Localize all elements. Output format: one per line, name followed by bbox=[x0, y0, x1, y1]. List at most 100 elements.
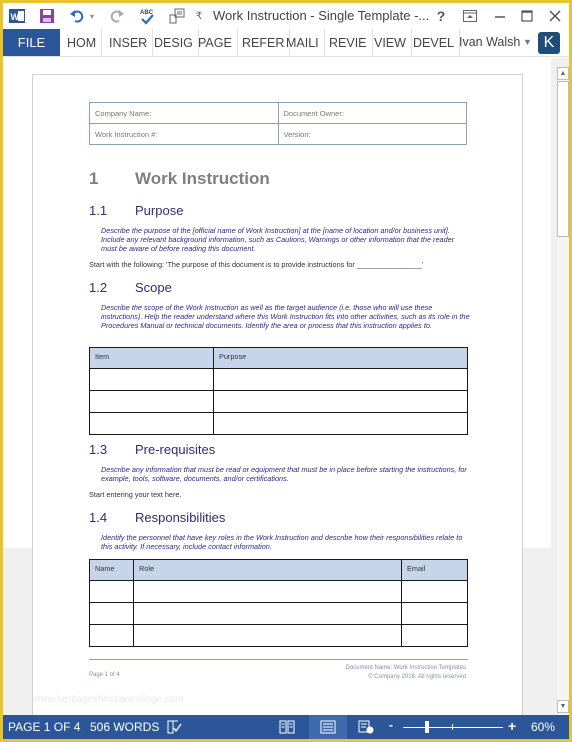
table-header-purpose: Purpose bbox=[213, 347, 468, 369]
table-cell[interactable] bbox=[401, 602, 468, 625]
prerequisites-body[interactable]: Start entering your text here. bbox=[89, 490, 181, 499]
vertical-scrollbar[interactable]: ▲ ▼ bbox=[557, 67, 569, 715]
tab-design[interactable]: DESIG bbox=[149, 29, 199, 56]
table-header-name: Name bbox=[89, 559, 134, 581]
purpose-body[interactable]: Start with the following: 'The purpose o… bbox=[89, 260, 423, 269]
footer-document-name: Document Name: Work Instruction Template… bbox=[345, 665, 467, 671]
undo-dropdown-icon[interactable]: ▾ bbox=[87, 5, 97, 27]
maximize-button[interactable] bbox=[515, 6, 539, 26]
zoom-out-button[interactable]: - bbox=[389, 718, 393, 732]
user-name[interactable]: Ivan Walsh bbox=[459, 35, 520, 49]
ribbon-tabs: FILE HOM INSER DESIG PAGE REFER MAILI RE… bbox=[3, 29, 569, 57]
table-cell[interactable] bbox=[401, 580, 468, 603]
tab-mailings[interactable]: MAILI bbox=[281, 29, 325, 56]
heading-number: 1 bbox=[89, 169, 99, 188]
scrollbar-thumb[interactable] bbox=[557, 81, 569, 237]
heading-1: 1 Work Instruction bbox=[89, 169, 270, 189]
word-window: W ▾ ABC ₹ Work Instruction - Single Temp… bbox=[3, 3, 569, 739]
footer-divider bbox=[89, 659, 468, 660]
table-header-email: Email bbox=[401, 559, 468, 581]
document-area: Company Name: Document Owner: Work Instr… bbox=[3, 58, 569, 724]
heading-responsibilities: 1.4 Responsibilities bbox=[89, 510, 225, 525]
zoom-slider-thumb[interactable] bbox=[425, 721, 429, 733]
section-title: Responsibilities bbox=[135, 510, 226, 525]
table-row bbox=[89, 580, 468, 603]
ribbon-display-options-icon[interactable] bbox=[458, 6, 482, 26]
tab-file[interactable]: FILE bbox=[3, 29, 60, 56]
tab-insert[interactable]: INSER bbox=[104, 29, 154, 56]
tab-page-layout[interactable]: PAGE bbox=[193, 29, 238, 56]
table-cell[interactable] bbox=[89, 368, 214, 391]
version-field[interactable]: Version: bbox=[277, 123, 467, 145]
close-button[interactable] bbox=[543, 6, 567, 26]
footer-copyright: © Company 2016. All rights reserved bbox=[368, 674, 466, 680]
table-cell[interactable] bbox=[401, 624, 468, 647]
responsibilities-table: Name Role Email bbox=[89, 559, 468, 647]
table-cell[interactable] bbox=[133, 602, 402, 625]
scroll-down-icon[interactable]: ▼ bbox=[557, 700, 569, 713]
proofing-icon[interactable] bbox=[167, 719, 183, 735]
word-app-icon[interactable]: W bbox=[7, 5, 27, 27]
tab-review[interactable]: REVIE bbox=[324, 29, 373, 56]
table-cell[interactable] bbox=[89, 390, 214, 413]
section-number: 1.2 bbox=[89, 280, 108, 295]
tab-view[interactable]: VIEW bbox=[369, 29, 412, 56]
minimize-button[interactable] bbox=[488, 6, 512, 26]
scope-guidance: Describe the scope of the Work Instructi… bbox=[101, 303, 470, 331]
heading-scope: 1.2 Scope bbox=[89, 280, 172, 295]
company-name-field[interactable]: Company Name: bbox=[89, 102, 279, 124]
table-cell[interactable] bbox=[89, 624, 134, 647]
help-button[interactable]: ? bbox=[429, 6, 453, 26]
footer-page-number: Page 1 of 4 bbox=[89, 672, 120, 678]
work-instruction-number-field[interactable]: Work Instruction #: bbox=[89, 123, 279, 145]
heading-prerequisites: 1.3 Pre-requisites bbox=[89, 442, 215, 457]
table-row bbox=[89, 412, 468, 435]
tab-developer[interactable]: DEVEL bbox=[408, 29, 460, 56]
section-title: Scope bbox=[135, 280, 172, 295]
table-cell[interactable] bbox=[133, 624, 402, 647]
section-title: Purpose bbox=[135, 203, 184, 218]
scope-table: Item Purpose bbox=[89, 347, 468, 435]
redo-icon[interactable] bbox=[107, 5, 127, 27]
web-layout-icon[interactable] bbox=[358, 719, 374, 735]
document-owner-field[interactable]: Document Owner: bbox=[277, 102, 467, 124]
avatar[interactable]: K bbox=[538, 32, 560, 54]
heading-purpose: 1.1 Purpose bbox=[89, 203, 183, 218]
tab-home[interactable]: HOM bbox=[62, 29, 103, 56]
table-cell[interactable] bbox=[213, 368, 468, 391]
window-title: Work Instruction - Single Template -... bbox=[213, 8, 430, 23]
table-cell[interactable] bbox=[89, 412, 214, 435]
table-row bbox=[89, 624, 468, 647]
read-mode-icon[interactable] bbox=[279, 719, 295, 735]
table-cell[interactable] bbox=[213, 390, 468, 413]
touch-mode-icon[interactable] bbox=[167, 5, 187, 27]
save-icon[interactable] bbox=[37, 5, 57, 27]
watermark: www.heritagechristiancollege.com bbox=[33, 694, 184, 705]
zoom-level[interactable]: 60% bbox=[531, 720, 555, 734]
undo-icon[interactable] bbox=[67, 5, 87, 27]
customize-qat-icon[interactable]: ₹ bbox=[193, 5, 205, 27]
section-number: 1.1 bbox=[89, 203, 108, 218]
scroll-up-icon[interactable]: ▲ bbox=[557, 67, 569, 80]
spelling-icon[interactable]: ABC bbox=[137, 5, 157, 27]
table-cell[interactable] bbox=[89, 580, 134, 603]
table-cell[interactable] bbox=[89, 602, 134, 625]
section-title: Pre-requisites bbox=[135, 442, 216, 457]
word-count[interactable]: 506 WORDS bbox=[90, 720, 159, 734]
document-header-table: Company Name: Document Owner: Work Instr… bbox=[89, 102, 467, 145]
footer-info: Document Name: Work Instruction Template… bbox=[346, 664, 467, 682]
print-layout-icon[interactable] bbox=[320, 719, 336, 735]
prerequisites-guidance: Describe any information that must be re… bbox=[101, 465, 467, 484]
zoom-slider[interactable] bbox=[403, 727, 503, 728]
status-bar: PAGE 1 OF 4 506 WORDS - + 60% bbox=[3, 715, 569, 739]
table-row bbox=[89, 602, 468, 625]
table-cell[interactable] bbox=[213, 412, 468, 435]
section-number: 1.3 bbox=[89, 442, 108, 457]
table-cell[interactable] bbox=[133, 580, 402, 603]
document-page[interactable]: Company Name: Document Owner: Work Instr… bbox=[32, 74, 523, 724]
page-count[interactable]: PAGE 1 OF 4 bbox=[8, 720, 80, 734]
table-header-role: Role bbox=[133, 559, 402, 581]
user-dropdown-icon[interactable]: ▼ bbox=[523, 37, 532, 47]
zoom-in-button[interactable]: + bbox=[508, 718, 516, 734]
title-bar: W ▾ ABC ₹ Work Instruction - Single Temp… bbox=[3, 3, 569, 29]
